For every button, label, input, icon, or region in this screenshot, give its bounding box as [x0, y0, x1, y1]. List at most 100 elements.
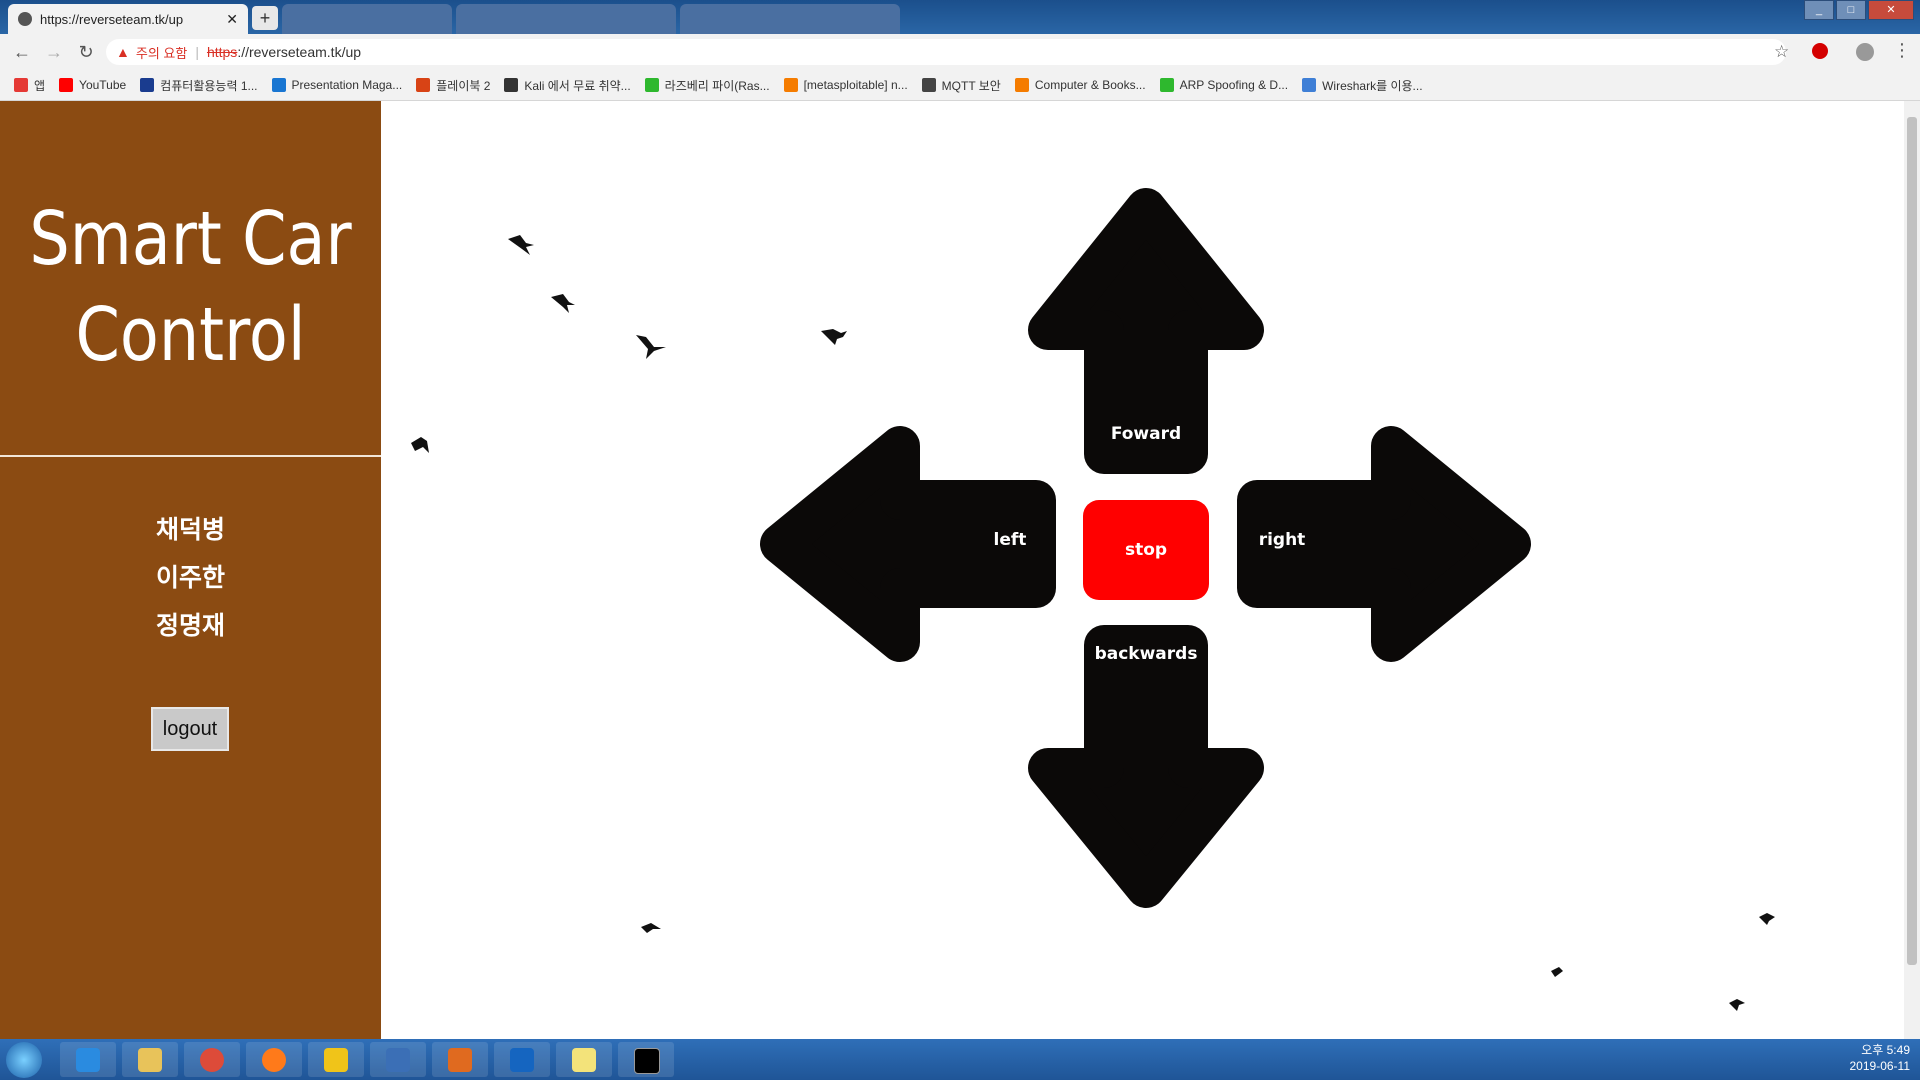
warning-icon: ▲ — [116, 44, 130, 60]
taskbar-chrome[interactable] — [184, 1042, 240, 1077]
taskbar-app-6[interactable] — [370, 1042, 426, 1077]
bird-icon — [411, 437, 429, 453]
ie-icon — [76, 1048, 100, 1072]
bird-icon — [641, 923, 661, 933]
profile-icon[interactable] — [1856, 43, 1874, 61]
browser-toolbar: ← → ↻ ▲ 주의 요함 | https ://reverseteam.tk/… — [0, 34, 1920, 70]
bookmark-item[interactable]: 앱 — [14, 77, 45, 94]
bookmark-favicon-icon — [416, 78, 431, 92]
bookmark-item[interactable]: 라즈베리 파이(Ras... — [644, 77, 770, 94]
bookmark-item[interactable]: Computer & Books... — [1014, 78, 1146, 92]
back-icon[interactable]: ← — [12, 42, 32, 62]
bookmark-favicon-icon — [1159, 78, 1174, 92]
browser-titlebar: https://reverseteam.tk/up ✕ + _ □ ✕ — [0, 0, 1920, 34]
title-line-1: Smart Car — [29, 196, 352, 282]
bookmark-item[interactable]: 컴퓨터활용능력 1... — [140, 77, 258, 94]
system-clock[interactable]: 오후 5:49 2019-06-11 — [1850, 1042, 1911, 1074]
bookmark-favicon-icon — [644, 78, 659, 92]
bookmark-favicon-icon — [14, 78, 28, 92]
notes-icon — [572, 1048, 596, 1072]
bookmark-label: 앱 — [34, 78, 46, 93]
bookmark-favicon-icon — [1014, 78, 1029, 92]
bookmark-item[interactable]: YouTube — [59, 78, 126, 92]
bookmark-label: 컴퓨터활용능력 1... — [160, 78, 258, 93]
security-warning[interactable]: 주의 요함 — [136, 43, 187, 62]
reload-icon[interactable]: ↻ — [76, 42, 96, 62]
title-line-2: Control — [75, 292, 306, 378]
taskbar-firefox[interactable] — [246, 1042, 302, 1077]
bookmark-label: YouTube — [79, 78, 127, 92]
bookmark-label: 라즈베리 파이(Ras... — [664, 78, 770, 93]
shark-fin-icon — [510, 1048, 534, 1072]
chrome-icon — [200, 1048, 224, 1072]
bookmark-item[interactable]: 플레이북 2 — [416, 77, 490, 94]
bookmark-item[interactable]: ARP Spoofing & D... — [1159, 78, 1288, 92]
url-scheme: https — [206, 44, 238, 60]
tab-background-2[interactable] — [456, 4, 676, 34]
bookmark-star-icon[interactable]: ☆ — [1774, 42, 1789, 62]
bookmark-favicon-icon — [59, 78, 74, 92]
menu-icon[interactable]: ⋮ — [1893, 40, 1911, 61]
scrollbar-thumb[interactable] — [1907, 117, 1917, 965]
taskbar-app-7[interactable] — [432, 1042, 488, 1077]
member-name: 정명재 — [155, 611, 225, 640]
firefox-icon — [262, 1048, 286, 1072]
stop-button[interactable]: stop — [1083, 500, 1209, 600]
sidebar: Smart Car Control 채덕병 이주한 정명재 logout — [0, 101, 381, 1039]
network-icon — [386, 1048, 410, 1072]
close-tab-icon[interactable]: ✕ — [226, 11, 238, 28]
maximize-icon[interactable]: □ — [1836, 0, 1866, 20]
bookmark-item[interactable]: Kali 에서 무료 취약... — [504, 77, 631, 94]
bird-icon — [1551, 967, 1563, 977]
clock-time: 오후 5:49 — [1861, 1043, 1910, 1057]
os-taskbar: 오후 5:49 2019-06-11 — [0, 1039, 1920, 1080]
tab-background-3[interactable] — [680, 4, 900, 34]
app-icon — [324, 1048, 348, 1072]
tab-background-1[interactable] — [282, 4, 452, 34]
bookmark-label: Kali 에서 무료 취약... — [524, 78, 631, 93]
sidebar-divider — [0, 455, 381, 457]
taskbar-wireshark[interactable] — [494, 1042, 550, 1077]
bookmark-favicon-icon — [140, 78, 155, 92]
bird-icon — [1729, 999, 1745, 1011]
minimize-icon[interactable]: _ — [1804, 0, 1834, 20]
new-tab-button[interactable]: + — [252, 6, 278, 30]
globe-icon — [18, 12, 32, 26]
taskbar-cmd[interactable] — [618, 1042, 674, 1077]
bookmark-favicon-icon — [921, 78, 936, 92]
folder-icon — [138, 1048, 162, 1072]
taskbar-ie[interactable] — [60, 1042, 116, 1077]
page-scrollbar[interactable] — [1904, 101, 1920, 1039]
terminal-icon — [634, 1048, 660, 1074]
app-icon — [448, 1048, 472, 1072]
page-title: Smart Car Control — [27, 191, 355, 383]
bookmark-item[interactable]: Presentation Maga... — [271, 78, 403, 92]
bird-icon — [508, 235, 534, 255]
bookmark-label: MQTT 보안 — [941, 78, 1001, 93]
forward-icon[interactable]: → — [44, 42, 64, 62]
tab-active[interactable]: https://reverseteam.tk/up ✕ — [8, 4, 248, 34]
bookmarks-bar: 앱 YouTube 컴퓨터활용능력 1... Presentation Maga...… — [0, 70, 1920, 101]
close-window-icon[interactable]: ✕ — [1868, 0, 1914, 20]
bookmark-item[interactable]: MQTT 보안 — [921, 77, 1001, 94]
taskbar-explorer[interactable] — [122, 1042, 178, 1077]
bookmark-label: Wireshark를 이용... — [1322, 78, 1423, 93]
bookmark-favicon-icon — [1302, 78, 1317, 92]
address-bar[interactable]: ▲ 주의 요함 | https ://reverseteam.tk/up — [106, 39, 1786, 65]
tab-title: https://reverseteam.tk/up — [40, 11, 184, 27]
bookmark-label: [metasploitable] n... — [803, 78, 908, 92]
extension-icon[interactable] — [1812, 43, 1828, 59]
taskbar-app-5[interactable] — [308, 1042, 364, 1077]
bookmark-favicon-icon — [504, 78, 519, 92]
url-path: ://reverseteam.tk/up — [237, 44, 362, 60]
bird-icon — [551, 294, 575, 313]
bookmark-label: Presentation Maga... — [291, 78, 403, 92]
start-button[interactable] — [6, 1042, 42, 1078]
member-list: 채덕병 이주한 정명재 — [0, 506, 381, 650]
member-name: 채덕병 — [155, 515, 225, 544]
bookmark-item[interactable]: [metasploitable] n... — [783, 78, 908, 92]
logout-button[interactable]: logout — [151, 707, 229, 751]
taskbar-notes[interactable] — [556, 1042, 612, 1077]
clock-date: 2019-06-11 — [1849, 1059, 1911, 1073]
bookmark-item[interactable]: Wireshark를 이용... — [1302, 77, 1423, 94]
